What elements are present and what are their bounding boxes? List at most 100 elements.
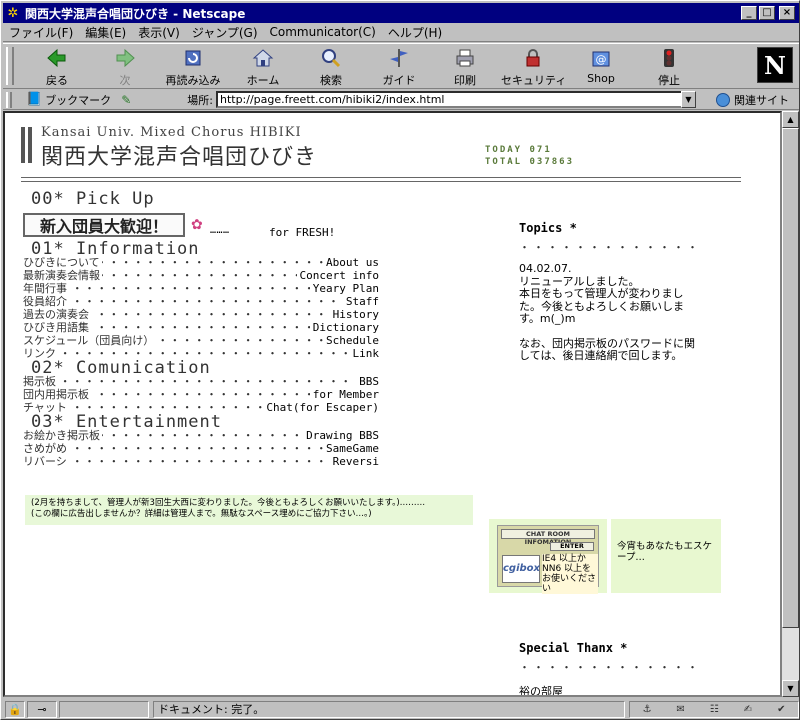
- escaper-text-box: 今宵もあなたもエスケープ…: [611, 519, 721, 593]
- security-status-icon[interactable]: 🔒: [5, 700, 25, 718]
- notice-line-1: (2月を持ちまして、管理人が新3回生大西に変わりました。今後ともよろしくお願いい…: [31, 498, 426, 508]
- maximize-button[interactable]: □: [759, 6, 775, 20]
- title-bar[interactable]: ✲ 関西大学混声合唱団ひびき - Netscape _ □ ×: [3, 3, 799, 23]
- back-button[interactable]: 戻る: [25, 46, 89, 88]
- reload-button[interactable]: 再読み込み: [161, 46, 225, 88]
- chat-banner[interactable]: CHAT ROOM INFOMATION ENTER cgibox IE4 以上…: [489, 519, 607, 594]
- topics-line-2: 本日をもって管理人が変わりました。今後ともよろしくお願いします。m(_)m: [519, 287, 684, 325]
- navigator-icon[interactable]: ⚓: [642, 704, 651, 715]
- page-proxy-icon[interactable]: ✎: [121, 93, 131, 107]
- topics-date: 04.02.07.: [519, 262, 572, 275]
- svg-text:@: @: [596, 53, 607, 66]
- scroll-thumb[interactable]: [782, 128, 799, 628]
- menu-link-bbs[interactable]: ・・・・・・・・・・・・・・・・・・・・・・・・・・・・・・・・・・・・・・・・…: [23, 375, 379, 388]
- search-icon: [299, 46, 363, 70]
- section-pickup-title: 00* Pick Up: [31, 189, 155, 209]
- menu-link-drawing-bbs[interactable]: ・・・・・・・・・・・・・・・・・・・・・・・・・・・・・・・・・・・・・・・・…: [23, 429, 379, 442]
- special-thanx-link[interactable]: 裕の部屋: [519, 683, 563, 695]
- netscape-app-icon: ✲: [7, 5, 19, 21]
- bookmarks-label: ブックマーク: [45, 93, 112, 107]
- menu-link-samegame[interactable]: ・・・・・・・・・・・・・・・・・・・・・・・・・・・・・・・・・・・・・・・・…: [23, 442, 379, 455]
- mail-icon[interactable]: ✉: [676, 704, 684, 715]
- topics-title: Topics *: [519, 221, 577, 235]
- bookmark-icon: 📘: [26, 92, 43, 107]
- guide-button[interactable]: ガイド: [367, 46, 431, 88]
- notice-line-2: (この欄に広告出しませんか？詳細は管理人まで。無駄なスペース埋めにご協力下さい……: [31, 509, 372, 519]
- vertical-scrollbar[interactable]: ▲ ▼: [782, 111, 799, 697]
- site-title-en: Kansai Univ. Mixed Chorus HIBIKI: [41, 125, 302, 140]
- newsgroup-icon[interactable]: ☷: [710, 704, 719, 715]
- home-button[interactable]: ホーム: [231, 46, 295, 88]
- special-thanx-dots: ・・・・・・・・・・・・・: [519, 661, 701, 674]
- url-field[interactable]: http://page.freett.com/hibiki2/index.htm…: [215, 91, 696, 108]
- chat-banner-image: CHAT ROOM INFOMATION ENTER cgibox IE4 以上…: [497, 525, 599, 594]
- topics-dots: ・・・・・・・・・・・・・: [519, 241, 701, 254]
- chat-banner-header: CHAT ROOM INFOMATION: [501, 529, 595, 546]
- menu-help[interactable]: ヘルプ(H): [388, 24, 442, 41]
- welcome-banner[interactable]: 新入団員大歓迎！: [23, 213, 185, 237]
- progress-bar: [59, 700, 149, 718]
- bookmarks-button[interactable]: 📘 ブックマーク: [26, 92, 111, 108]
- chat-enter-button[interactable]: ENTER: [550, 542, 594, 551]
- url-dropdown-icon[interactable]: ▼: [680, 91, 696, 108]
- chat-requirement-text: IE4 以上か NN6 以上を お使いください: [542, 554, 598, 594]
- close-button[interactable]: ×: [779, 6, 795, 20]
- menu-communicator[interactable]: Communicator(C): [270, 25, 376, 39]
- scroll-up-icon[interactable]: ▲: [782, 111, 799, 128]
- forward-button[interactable]: 次: [93, 46, 157, 88]
- scroll-down-icon[interactable]: ▼: [782, 680, 799, 697]
- print-button[interactable]: 印刷: [433, 46, 497, 88]
- notice-box: (2月を持ちまして、管理人が新3回生大西に変わりました。今後ともよろしくお願いい…: [25, 495, 473, 525]
- forward-arrow-icon: [93, 46, 157, 70]
- total-counter: TOTAL 037863: [485, 157, 575, 167]
- locationbar-grip[interactable]: [6, 91, 12, 108]
- status-text: ドキュメント: 完了。: [153, 700, 625, 718]
- menu-link-plan[interactable]: ・・・・・・・・・・・・・・・・・・・・・・・・・・・・・・・・・・・・・・・・…: [23, 282, 379, 295]
- site-title-jp: 関西大学混声合唱団ひびき: [41, 145, 318, 170]
- url-text: http://page.freett.com/hibiki2/index.htm…: [219, 93, 445, 106]
- stop-icon: [637, 46, 701, 70]
- menu-bar: ファイル(F) 編集(E) 表示(V) ジャンプ(G) Communicator…: [3, 23, 799, 42]
- address-book-icon[interactable]: ✔: [777, 704, 785, 715]
- cgibox-logo: cgibox: [502, 555, 540, 583]
- topics-line-1: リニューアルしました。: [519, 274, 640, 288]
- menu-link-member-bbs[interactable]: ・・・・・・・・・・・・・・・・・・・・・・・・・・・・・・・・・・・・・・・・…: [23, 388, 379, 401]
- today-counter: TODAY 071: [485, 145, 552, 155]
- search-button[interactable]: 検索: [299, 46, 363, 88]
- menu-link-about[interactable]: ・・・・・・・・・・・・・・・・・・・・・・・・・・・・・・・・・・・・・・・・…: [23, 256, 379, 269]
- home-icon: [231, 46, 295, 70]
- menu-go[interactable]: ジャンプ(G): [192, 24, 258, 41]
- navigation-toolbar: 戻る 次 再読み込み ホーム 検索 ガイド 印刷 セキュリティ @ Shop 停…: [3, 43, 799, 89]
- menu-link-reversi[interactable]: ・・・・・・・・・・・・・・・・・・・・・・・・・・・・・・・・・・・・・・・・…: [23, 455, 379, 468]
- related-sites-button[interactable]: 関連サイト: [715, 92, 789, 108]
- menu-link-schedule[interactable]: ・・・・・・・・・・・・・・・・・・・・・・・・・・・・・・・・・・・・・・・・…: [23, 334, 379, 347]
- location-bar: 📘 ブックマーク ✎ 場所: http://page.freett.com/hi…: [3, 90, 799, 110]
- header-divider: [21, 177, 741, 178]
- security-button[interactable]: セキュリティ: [501, 46, 566, 88]
- topics-body: 04.02.07. リニューアルしました。 本日をもって管理人が変わりました。今…: [519, 262, 699, 375]
- menu-view[interactable]: 表示(V): [138, 24, 180, 41]
- minimize-button[interactable]: _: [741, 6, 757, 20]
- fresh-dots: ………: [210, 225, 230, 236]
- menu-edit[interactable]: 編集(E): [85, 24, 126, 41]
- fresh-link[interactable]: for FRESH!: [269, 226, 335, 239]
- page-content: Kansai Univ. Mixed Chorus HIBIKI 関西大学混声合…: [3, 111, 782, 697]
- shop-icon: @: [569, 46, 633, 70]
- guide-icon: [367, 46, 431, 70]
- shop-button[interactable]: @ Shop: [569, 46, 633, 88]
- netscape-logo[interactable]: N: [757, 47, 793, 83]
- menu-link-staff[interactable]: ・・・・・・・・・・・・・・・・・・・・・・・・・・・・・・・・・・・・・・・・…: [23, 295, 379, 308]
- reload-icon: [161, 46, 225, 70]
- location-label: 場所:: [187, 93, 213, 107]
- connection-status-icon: ⊸: [27, 700, 57, 718]
- menu-link-concert[interactable]: ・・・・・・・・・・・・・・・・・・・・・・・・・・・・・・・・・・・・・・・・…: [23, 269, 379, 282]
- window-title: 関西大学混声合唱団ひびき - Netscape: [25, 6, 246, 21]
- topics-line-3: なお、団内掲示板のパスワードに関しては、後日連絡網で回します。: [519, 336, 695, 362]
- toolbar-grip[interactable]: [6, 47, 14, 85]
- menu-link-dictionary[interactable]: ・・・・・・・・・・・・・・・・・・・・・・・・・・・・・・・・・・・・・・・・…: [23, 321, 379, 334]
- menu-file[interactable]: ファイル(F): [9, 24, 73, 41]
- stop-button[interactable]: 停止: [637, 46, 701, 88]
- composer-icon[interactable]: ✍: [744, 704, 752, 715]
- security-lock-icon: [501, 46, 565, 70]
- menu-link-history[interactable]: ・・・・・・・・・・・・・・・・・・・・・・・・・・・・・・・・・・・・・・・・…: [23, 308, 379, 321]
